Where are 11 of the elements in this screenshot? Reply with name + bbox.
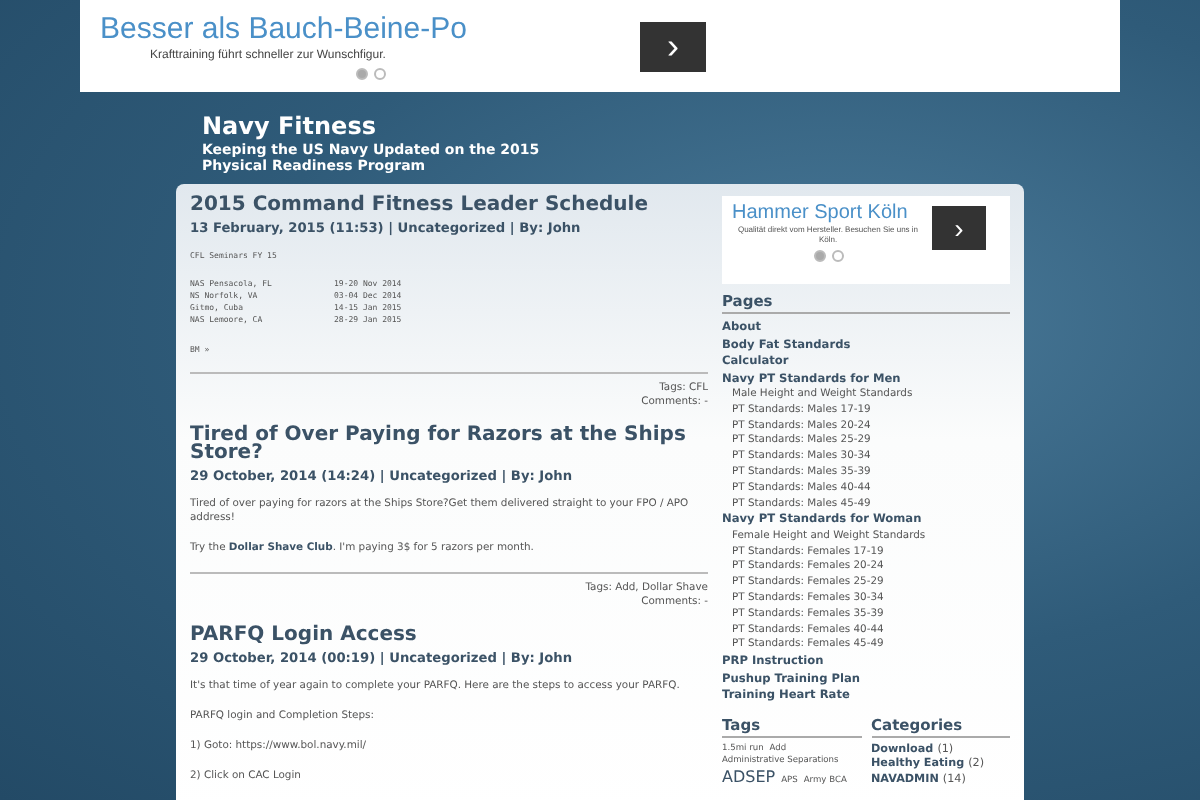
next-button[interactable]: › (932, 206, 986, 250)
post-title[interactable]: PARFQ Login Access (190, 626, 708, 644)
carousel-dot[interactable] (813, 250, 825, 262)
post-title[interactable]: Tired of Over Paying for Razors at the Ships Store? (190, 426, 708, 462)
carousel-dot[interactable] (373, 68, 385, 80)
carousel-dot[interactable] (355, 68, 367, 80)
carousel-dot[interactable] (831, 250, 843, 262)
post-title[interactable]: 2015 Command Fitness Leader Schedule (190, 196, 708, 214)
site-title[interactable]: Navy Fitness (202, 112, 1200, 140)
tag-link[interactable]: ADSEP (722, 769, 776, 786)
next-button[interactable]: › (640, 21, 706, 71)
